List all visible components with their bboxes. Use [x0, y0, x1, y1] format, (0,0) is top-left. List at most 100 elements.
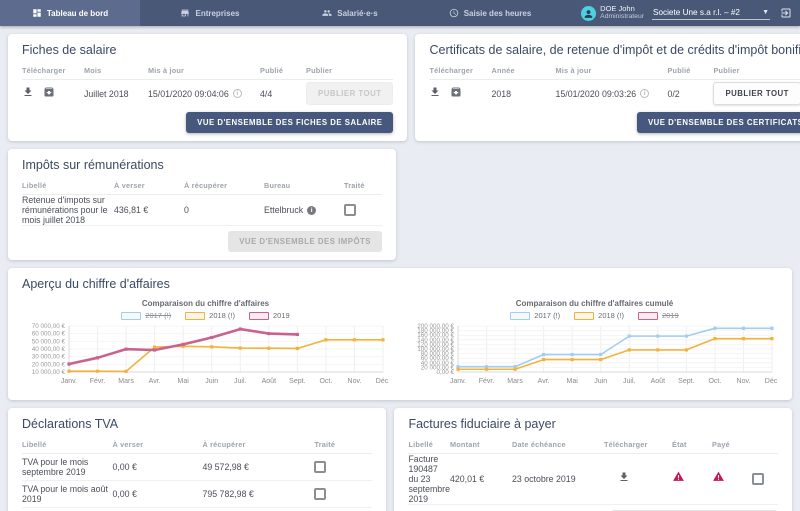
legend-label: 2019: [273, 311, 290, 320]
svg-text:Juil.: Juil.: [234, 378, 247, 385]
legend-swatch: [638, 312, 658, 320]
card-title: Aperçu du chiffre d'affaires: [22, 277, 778, 291]
legend-entry-2018[interactable]: 2018 (!): [574, 311, 624, 320]
col-a-verser: À verser: [112, 440, 202, 449]
cell-publie: 4/4: [260, 89, 306, 99]
svg-text:Déc.: Déc.: [764, 378, 777, 385]
svg-text:Juin: Juin: [205, 378, 218, 385]
col-etat: État: [672, 440, 712, 449]
card-title: Factures fiduciaire à payer: [408, 417, 778, 431]
cell-a-recuperer: 0: [184, 205, 264, 215]
main-content: Fiches de salaire Télécharger Mois Mis à…: [0, 26, 800, 511]
tab-saisie-des-heures[interactable]: Saisie des heures: [420, 0, 560, 26]
col-a-verser: À verser: [114, 181, 184, 190]
legend-entry-2017[interactable]: 2017 (!): [510, 311, 560, 320]
download-icon[interactable]: [22, 85, 34, 103]
info-icon[interactable]: i: [640, 89, 649, 98]
col-publier: Publier: [713, 66, 800, 75]
publier-tout-button[interactable]: PUBLIER TOUT: [306, 82, 393, 105]
svg-text:50 000,00 €: 50 000,00 €: [31, 338, 65, 345]
download-icon[interactable]: [604, 470, 672, 488]
paye-checkbox[interactable]: [752, 473, 764, 485]
tab-entreprises[interactable]: Entreprises: [140, 0, 280, 26]
svg-text:Mai: Mai: [566, 378, 578, 385]
card-declarations-tva: Déclarations TVA Libellé À verser À récu…: [8, 408, 386, 511]
cell-a-verser: 0,00 €: [112, 489, 202, 499]
col-traite: Traité: [314, 440, 372, 449]
dashboard-icon: [32, 8, 42, 18]
info-icon[interactable]: i: [307, 206, 316, 215]
people-icon: [322, 8, 332, 18]
col-a-recuperer: À récupérer: [202, 440, 314, 449]
logout-button[interactable]: [778, 7, 794, 19]
company-select-value: Societe Une s.a r.l. – #2: [653, 8, 740, 17]
legend-swatch: [185, 312, 205, 320]
svg-text:Févr.: Févr.: [89, 378, 105, 385]
cell-mis-a-jour: 15/01/2020 09:04:06: [148, 89, 229, 99]
traite-checkbox[interactable]: [314, 488, 326, 500]
traite-checkbox[interactable]: [344, 204, 356, 216]
svg-text:Juin: Juin: [594, 378, 607, 385]
col-libelle: Libellé: [408, 440, 450, 449]
nav-tabs: Tableau de bord Entreprises Salarié·e·s …: [0, 0, 560, 26]
publier-tout-button[interactable]: PUBLIER TOUT: [713, 82, 800, 105]
svg-text:Janv.: Janv.: [449, 378, 465, 385]
legend-entry-2019[interactable]: 2019: [638, 311, 679, 320]
vue-ensemble-impots-button[interactable]: VUE D'ENSEMBLE DES IMPÔTS: [228, 231, 382, 252]
tab-salaries[interactable]: Salarié·e·s: [280, 0, 420, 26]
svg-text:Janv.: Janv.: [60, 378, 76, 385]
svg-text:Mars: Mars: [507, 378, 523, 385]
table-row: TVA pour le mois août 2019 0,00 € 795 78…: [22, 481, 372, 508]
col-annee: Année: [491, 66, 555, 75]
svg-text:Août: Août: [650, 378, 664, 385]
col-mis-a-jour: Mis à jour: [555, 66, 667, 75]
col-mois: Mois: [84, 66, 148, 75]
card-factures-fiduciaire: Factures fiduciaire à payer Libellé Mont…: [394, 408, 792, 511]
col-telecharger: Télécharger: [22, 66, 84, 75]
user-name: DOE John: [600, 5, 644, 14]
chart-comparaison-ca: Comparaison du chiffre d'affaires 2017 (…: [22, 297, 389, 392]
company-select[interactable]: Societe Une s.a r.l. – #2 ▼: [652, 6, 770, 20]
svg-text:Oct.: Oct.: [708, 378, 721, 385]
person-icon: [582, 7, 595, 20]
traite-checkbox[interactable]: [314, 461, 326, 473]
line-chart: Janv.Févr.MarsAvr.MaiJuinJuil.AoûtSept.O…: [412, 322, 778, 392]
zip-download-icon[interactable]: [450, 85, 462, 103]
clock-icon: [449, 8, 459, 18]
tab-label: Salarié·e·s: [337, 9, 377, 18]
user-block[interactable]: DOE John Administrateur: [581, 5, 644, 21]
cell-a-verser: 0,00 €: [112, 462, 202, 472]
col-date-echeance: Date échéance: [512, 440, 604, 449]
cell-mois: Juillet 2018: [84, 89, 148, 99]
table-row: Facture 190487 du 23 septembre 2019 420,…: [408, 454, 778, 505]
cell-libelle: TVA pour le mois août 2019: [22, 484, 112, 504]
svg-text:30 000,00 €: 30 000,00 €: [31, 354, 65, 361]
cell-libelle: Facture 190487 du 23 septembre 2019: [408, 454, 450, 504]
cell-a-verser: 436,81 €: [114, 205, 184, 215]
legend-entry-2019[interactable]: 2019: [249, 311, 290, 320]
legend-entry-2017[interactable]: 2017 (!): [121, 311, 171, 320]
line-chart: Janv.Févr.MarsAvr.MaiJuinJuil.AoûtSept.O…: [23, 322, 389, 392]
svg-text:Avr.: Avr.: [148, 378, 160, 385]
svg-text:Févr.: Févr.: [478, 378, 494, 385]
chart-legend: 2017 (!) 2018 (!) 2019: [121, 311, 289, 320]
cell-montant: 420,01 €: [450, 474, 512, 484]
svg-text:Mai: Mai: [177, 378, 189, 385]
info-icon[interactable]: i: [233, 89, 242, 98]
svg-text:Avr.: Avr.: [537, 378, 549, 385]
tab-tableau-de-bord[interactable]: Tableau de bord: [0, 0, 140, 26]
svg-text:Sept.: Sept.: [678, 378, 694, 385]
download-icon[interactable]: [429, 85, 441, 103]
cell-mis-a-jour: 15/01/2020 09:03:26: [555, 89, 636, 99]
legend-entry-2018[interactable]: 2018 (!): [185, 311, 235, 320]
nav-right: DOE John Administrateur Societe Une s.a …: [560, 0, 800, 26]
zip-download-icon[interactable]: [43, 85, 55, 103]
col-publie: Publié: [667, 66, 713, 75]
vue-ensemble-certificats-button[interactable]: VUE D'ENSEMBLE DES CERTIFICATS: [637, 112, 800, 133]
vue-ensemble-fiches-button[interactable]: VUE D'ENSEMBLE DES FICHES DE SALAIRE: [186, 112, 393, 133]
col-bureau: Bureau: [264, 181, 344, 190]
logout-icon: [780, 7, 792, 19]
avatar: [581, 6, 596, 21]
svg-text:0,00 €: 0,00 €: [436, 369, 454, 376]
col-traite: Traité: [344, 181, 382, 190]
